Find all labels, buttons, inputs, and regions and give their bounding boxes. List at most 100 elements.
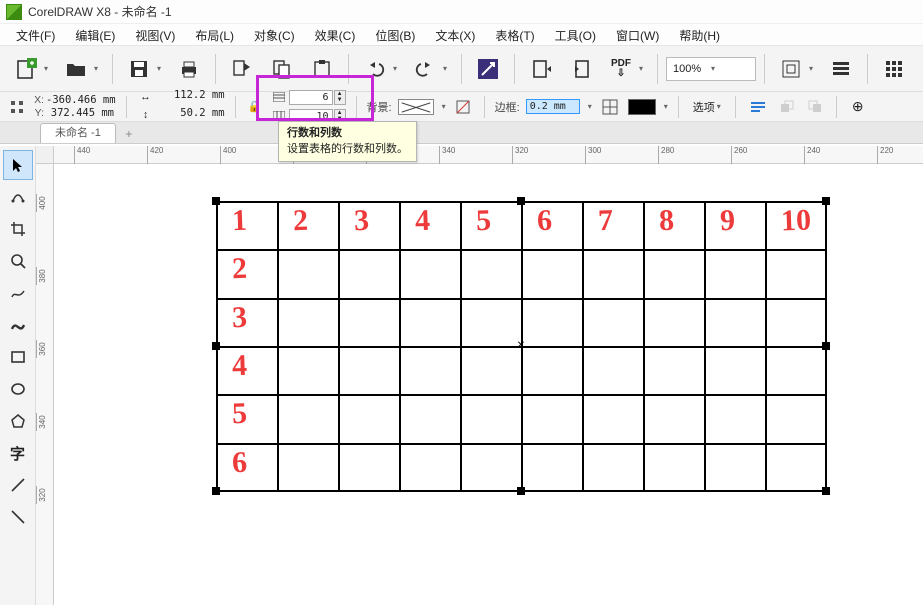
table-cell[interactable]: [583, 299, 644, 347]
table-cell[interactable]: [583, 347, 644, 395]
text-tool[interactable]: 字: [3, 438, 33, 468]
search-content-button[interactable]: [470, 51, 506, 87]
open-button[interactable]: ▾: [58, 51, 104, 87]
edit-fill-button[interactable]: [452, 96, 474, 118]
shape-tool[interactable]: [3, 182, 33, 212]
cut-button[interactable]: [224, 51, 260, 87]
save-button[interactable]: ▾: [121, 51, 167, 87]
table-cell[interactable]: [339, 395, 400, 443]
table-cell[interactable]: [217, 299, 278, 347]
table-cell[interactable]: [461, 202, 522, 250]
table-cell[interactable]: [522, 299, 583, 347]
table-cell[interactable]: [339, 347, 400, 395]
zoom-level-combo[interactable]: 100%▾: [666, 57, 756, 81]
connector-tool[interactable]: [3, 502, 33, 532]
menu-bitmap[interactable]: 位图(B): [365, 24, 425, 45]
table-cell[interactable]: [522, 347, 583, 395]
table-cell[interactable]: [339, 250, 400, 298]
table-cell[interactable]: [705, 299, 766, 347]
width-value[interactable]: 112.2 mm: [157, 89, 225, 107]
table-cell[interactable]: [400, 202, 461, 250]
x-position-value[interactable]: -360.466 mm: [46, 94, 116, 107]
border-style-button[interactable]: [598, 96, 622, 118]
table-cell[interactable]: [278, 202, 339, 250]
table-cell[interactable]: [583, 202, 644, 250]
table-cell[interactable]: [278, 250, 339, 298]
table-cell[interactable]: [217, 202, 278, 250]
copy-button[interactable]: [264, 51, 300, 87]
drawing-page[interactable]: 1234567891023456 ✕: [86, 176, 913, 595]
rows-input[interactable]: 6: [289, 90, 333, 105]
new-button[interactable]: ▾: [8, 51, 54, 87]
artistic-media-tool[interactable]: [3, 310, 33, 340]
redo-button[interactable]: ▾: [407, 51, 453, 87]
table-cell[interactable]: [217, 250, 278, 298]
add-tab-button[interactable]: +: [120, 125, 138, 143]
menu-text[interactable]: 文本(X): [425, 24, 485, 45]
height-value[interactable]: 50.2 mm: [157, 107, 225, 125]
table-cell[interactable]: [644, 202, 705, 250]
lock-ratio-icon[interactable]: 🔒: [246, 98, 264, 116]
table-options-button[interactable]: 选项▾: [689, 96, 725, 118]
table-cell[interactable]: [278, 395, 339, 443]
table-cell[interactable]: [522, 250, 583, 298]
menu-effect[interactable]: 效果(C): [305, 24, 366, 45]
snap-button[interactable]: ▾: [773, 51, 819, 87]
zoom-tool[interactable]: [3, 246, 33, 276]
table-cell[interactable]: [705, 347, 766, 395]
table-cell[interactable]: [400, 347, 461, 395]
table-cell[interactable]: [217, 347, 278, 395]
menu-tools[interactable]: 工具(O): [545, 24, 606, 45]
table-cell[interactable]: [217, 444, 278, 492]
table-cell[interactable]: [705, 444, 766, 492]
table-cell[interactable]: [766, 250, 827, 298]
table-cell[interactable]: [461, 347, 522, 395]
table-cell[interactable]: [705, 395, 766, 443]
menu-object[interactable]: 对象(C): [244, 24, 305, 45]
border-width-dropdown[interactable]: ▾: [588, 102, 592, 111]
table-cell[interactable]: [461, 444, 522, 492]
table-cell[interactable]: [400, 444, 461, 492]
menu-table[interactable]: 表格(T): [485, 24, 544, 45]
table-cell[interactable]: [522, 202, 583, 250]
menu-edit[interactable]: 编辑(E): [65, 24, 125, 45]
parallel-dim-tool[interactable]: [3, 470, 33, 500]
border-width-input[interactable]: 0.2 mm: [526, 99, 580, 114]
table-cell[interactable]: [522, 444, 583, 492]
app-launcher-button[interactable]: [876, 51, 912, 87]
table-cell[interactable]: [583, 444, 644, 492]
table-cell[interactable]: [400, 395, 461, 443]
table-cell[interactable]: [705, 250, 766, 298]
canvas[interactable]: 440420400380360340320300280260240220 400…: [36, 146, 923, 605]
paste-button[interactable]: [304, 51, 340, 87]
export-button[interactable]: [563, 51, 599, 87]
background-swatch[interactable]: [398, 99, 434, 115]
menu-view[interactable]: 视图(V): [125, 24, 185, 45]
table-cell[interactable]: [644, 444, 705, 492]
table-cell[interactable]: [766, 299, 827, 347]
menu-window[interactable]: 窗口(W): [606, 24, 669, 45]
ruler-origin[interactable]: [36, 146, 54, 164]
options-button[interactable]: [823, 51, 859, 87]
table-cell[interactable]: [400, 299, 461, 347]
print-button[interactable]: [171, 51, 207, 87]
table-cell[interactable]: [461, 299, 522, 347]
table-cell[interactable]: [644, 250, 705, 298]
table-cell[interactable]: [461, 395, 522, 443]
menu-file[interactable]: 文件(F): [6, 24, 65, 45]
table-cell[interactable]: [766, 395, 827, 443]
polygon-tool[interactable]: [3, 406, 33, 436]
table-cell[interactable]: [400, 250, 461, 298]
selection-center-icon[interactable]: ✕: [516, 341, 526, 351]
ruler-horizontal[interactable]: 440420400380360340320300280260240220: [54, 146, 923, 164]
table-cell[interactable]: [644, 299, 705, 347]
border-color-swatch[interactable]: [628, 99, 656, 115]
border-color-dropdown[interactable]: ▾: [664, 102, 668, 111]
crop-tool[interactable]: [3, 214, 33, 244]
pick-tool[interactable]: [3, 150, 33, 180]
table-cell[interactable]: [339, 444, 400, 492]
menu-layout[interactable]: 布局(L): [185, 24, 244, 45]
wrap-text-button[interactable]: [746, 96, 770, 118]
table-cell[interactable]: [278, 299, 339, 347]
table-cell[interactable]: [339, 202, 400, 250]
